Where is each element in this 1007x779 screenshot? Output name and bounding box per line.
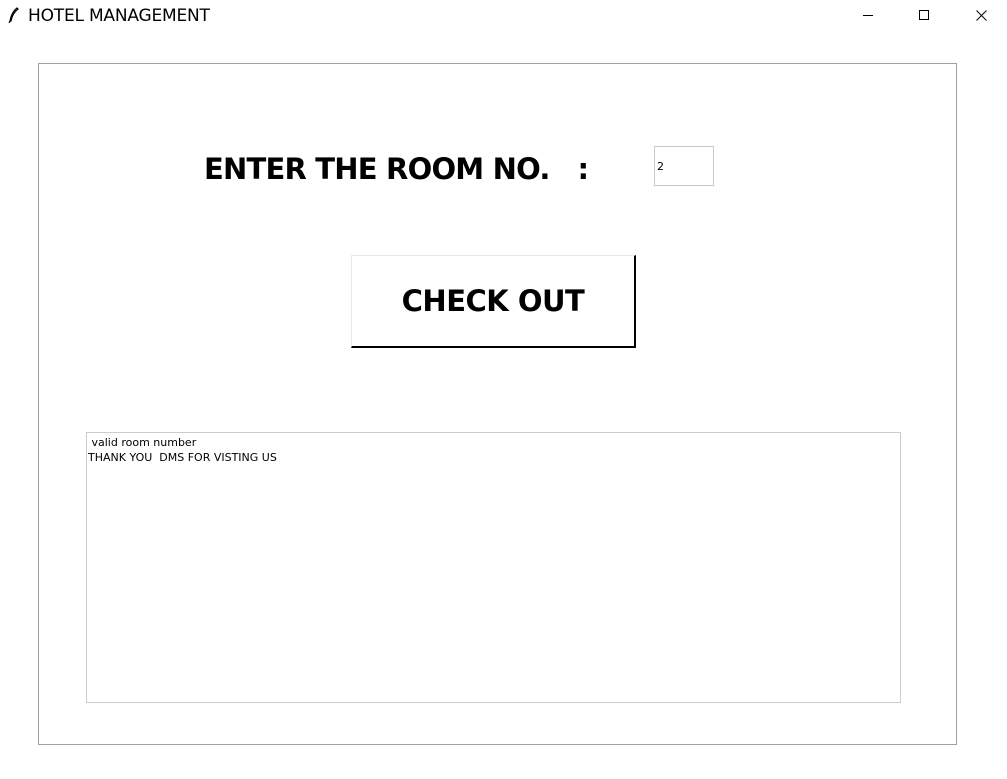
feather-icon: [7, 7, 21, 24]
minimize-icon: [862, 6, 874, 25]
maximize-button[interactable]: [901, 0, 947, 31]
output-text-area[interactable]: valid room number THANK YOU DMS FOR VIST…: [86, 432, 901, 703]
main-frame: ENTER THE ROOM NO. : CHECK OUT valid roo…: [38, 63, 957, 745]
output-line: THANK YOU DMS FOR VISTING US: [88, 451, 277, 464]
close-icon: [975, 6, 987, 25]
check-out-button[interactable]: CHECK OUT: [351, 255, 636, 348]
window-title: HOTEL MANAGEMENT: [28, 6, 210, 26]
minimize-button[interactable]: [845, 0, 891, 31]
room-number-input[interactable]: [654, 146, 714, 186]
room-number-label: ENTER THE ROOM NO. :: [204, 152, 589, 186]
title-bar: HOTEL MANAGEMENT: [0, 0, 1007, 31]
close-button[interactable]: [958, 0, 1004, 31]
output-line: valid room number: [88, 436, 197, 449]
maximize-icon: [918, 6, 930, 25]
